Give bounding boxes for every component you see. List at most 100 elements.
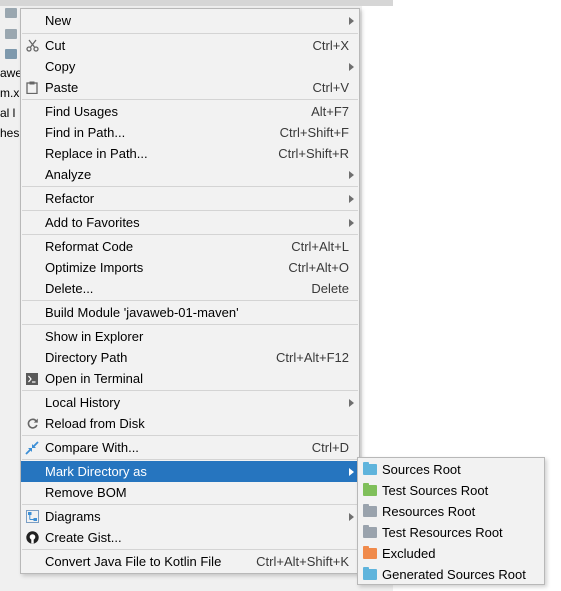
menu-item-shortcut: Ctrl+Shift+R [278, 146, 349, 161]
menu-item-local-history[interactable]: Local History [21, 392, 359, 413]
test-resources-folder-icon [363, 525, 377, 538]
menu-item-label: Diagrams [45, 509, 101, 524]
menu-item-label: Add to Favorites [45, 215, 140, 230]
menu-item-find-in-path[interactable]: Find in Path... Ctrl+Shift+F [21, 122, 359, 143]
menu-item-shortcut: Alt+F7 [311, 104, 349, 119]
menu-item-label: New [45, 13, 72, 28]
tree-node-label[interactable]: al l [0, 106, 15, 120]
submenu-item-sources-root[interactable]: Sources Root [358, 459, 544, 480]
excluded-folder-icon [363, 546, 377, 559]
menu-item-label: Mark Directory as [45, 464, 147, 479]
submenu-item-label: Sources Root [382, 462, 461, 477]
submenu-item-label: Resources Root [382, 504, 476, 519]
menu-item-label: Directory Path [45, 350, 128, 365]
diagram-icon [25, 510, 39, 524]
menu-item-diagrams[interactable]: Diagrams [21, 506, 359, 527]
menu-item-show-in-explorer[interactable]: Show in Explorer [21, 326, 359, 347]
menu-separator [22, 435, 358, 436]
chevron-right-icon [349, 398, 354, 407]
menu-item-label: Find Usages [45, 104, 118, 119]
menu-item-shortcut: Ctrl+V [312, 80, 349, 95]
menu-item-label: Create Gist... [45, 530, 122, 545]
menu-item-create-gist[interactable]: Create Gist... [21, 527, 359, 548]
menu-item-delete[interactable]: Delete... Delete [21, 278, 359, 299]
submenu-item-label: Generated Sources Root [382, 567, 526, 582]
menu-item-label: Copy [45, 59, 76, 74]
menu-item-label: Refactor [45, 191, 95, 206]
chevron-right-icon [349, 512, 354, 521]
menu-separator [22, 549, 358, 550]
folder-icon [5, 49, 17, 59]
menu-item-label: Analyze [45, 167, 92, 182]
chevron-right-icon [349, 16, 354, 25]
menu-item-shortcut: Ctrl+D [311, 440, 349, 455]
folder-icon [5, 29, 17, 39]
menu-item-label: Cut [45, 38, 66, 53]
menu-separator [22, 324, 358, 325]
terminal-icon [25, 372, 39, 386]
submenu-item-test-resources-root[interactable]: Test Resources Root [358, 522, 544, 543]
menu-item-add-to-favorites[interactable]: Add to Favorites [21, 212, 359, 233]
menu-separator [22, 99, 358, 100]
clipboard-icon [25, 81, 39, 95]
submenu-item-resources-root[interactable]: Resources Root [358, 501, 544, 522]
menu-item-shortcut: Ctrl+X [312, 38, 349, 53]
menu-item-label: Find in Path... [45, 125, 126, 140]
submenu-item-generated-sources-root[interactable]: Generated Sources Root [358, 564, 544, 585]
submenu-item-label: Excluded [382, 546, 436, 561]
submenu-item-excluded[interactable]: Excluded [358, 543, 544, 564]
tree-node-label[interactable]: m.x [0, 86, 19, 100]
menu-item-new[interactable]: New [21, 10, 359, 31]
menu-item-label: Paste [45, 80, 79, 95]
context-menu: New Cut Ctrl+X Copy Paste Ctrl+V Find Us… [20, 8, 360, 574]
chevron-right-icon [349, 170, 354, 179]
submenu-item-label: Test Resources Root [382, 525, 503, 540]
menu-item-label: Convert Java File to Kotlin File [45, 554, 222, 569]
menu-separator [22, 504, 358, 505]
menu-item-label: Compare With... [45, 440, 139, 455]
menu-item-directory-path[interactable]: Directory Path Ctrl+Alt+F12 [21, 347, 359, 368]
chevron-right-icon [349, 467, 354, 476]
menu-item-refactor[interactable]: Refactor [21, 188, 359, 209]
resources-folder-icon [363, 504, 377, 517]
tree-node-label[interactable]: awe [0, 66, 22, 80]
menu-separator [22, 390, 358, 391]
submenu-item-label: Test Sources Root [382, 483, 489, 498]
menu-item-label: Reformat Code [45, 239, 134, 254]
folder-icon [363, 462, 377, 475]
menu-item-copy[interactable]: Copy [21, 56, 359, 77]
menu-item-mark-directory-as[interactable]: Mark Directory as [21, 461, 359, 482]
menu-item-label: Replace in Path... [45, 146, 148, 161]
submenu-item-test-sources-root[interactable]: Test Sources Root [358, 480, 544, 501]
menu-item-replace-in-path[interactable]: Replace in Path... Ctrl+Shift+R [21, 143, 359, 164]
menu-item-find-usages[interactable]: Find Usages Alt+F7 [21, 101, 359, 122]
menu-item-convert-java-to-kotlin[interactable]: Convert Java File to Kotlin File Ctrl+Al… [21, 551, 359, 572]
chevron-right-icon [349, 62, 354, 71]
menu-item-analyze[interactable]: Analyze [21, 164, 359, 185]
menu-item-shortcut: Ctrl+Alt+O [288, 260, 349, 275]
reload-icon [25, 417, 39, 431]
menu-item-label: Reload from Disk [45, 416, 145, 431]
generated-folder-icon [363, 567, 377, 580]
menu-item-open-in-terminal[interactable]: Open in Terminal [21, 368, 359, 389]
menu-item-remove-bom[interactable]: Remove BOM [21, 482, 359, 503]
menu-item-cut[interactable]: Cut Ctrl+X [21, 35, 359, 56]
panel-header-strip [0, 0, 393, 6]
menu-item-optimize-imports[interactable]: Optimize Imports Ctrl+Alt+O [21, 257, 359, 278]
tree-node-label[interactable]: hes [0, 126, 19, 140]
menu-item-reload-from-disk[interactable]: Reload from Disk [21, 413, 359, 434]
scissors-icon [25, 39, 39, 53]
menu-item-label: Remove BOM [45, 485, 127, 500]
menu-item-label: Local History [45, 395, 121, 410]
menu-item-reformat-code[interactable]: Reformat Code Ctrl+Alt+L [21, 236, 359, 257]
menu-item-paste[interactable]: Paste Ctrl+V [21, 77, 359, 98]
menu-item-build-module[interactable]: Build Module 'javaweb-01-maven' [21, 302, 359, 323]
menu-item-compare-with[interactable]: Compare With... Ctrl+D [21, 437, 359, 458]
editor-area [362, 6, 393, 458]
menu-item-shortcut: Ctrl+Alt+F12 [276, 350, 349, 365]
folder-icon [5, 8, 17, 18]
menu-item-shortcut: Ctrl+Alt+Shift+K [256, 554, 349, 569]
menu-separator [22, 210, 358, 211]
compare-icon [25, 440, 39, 455]
menu-item-label: Open in Terminal [45, 371, 144, 386]
